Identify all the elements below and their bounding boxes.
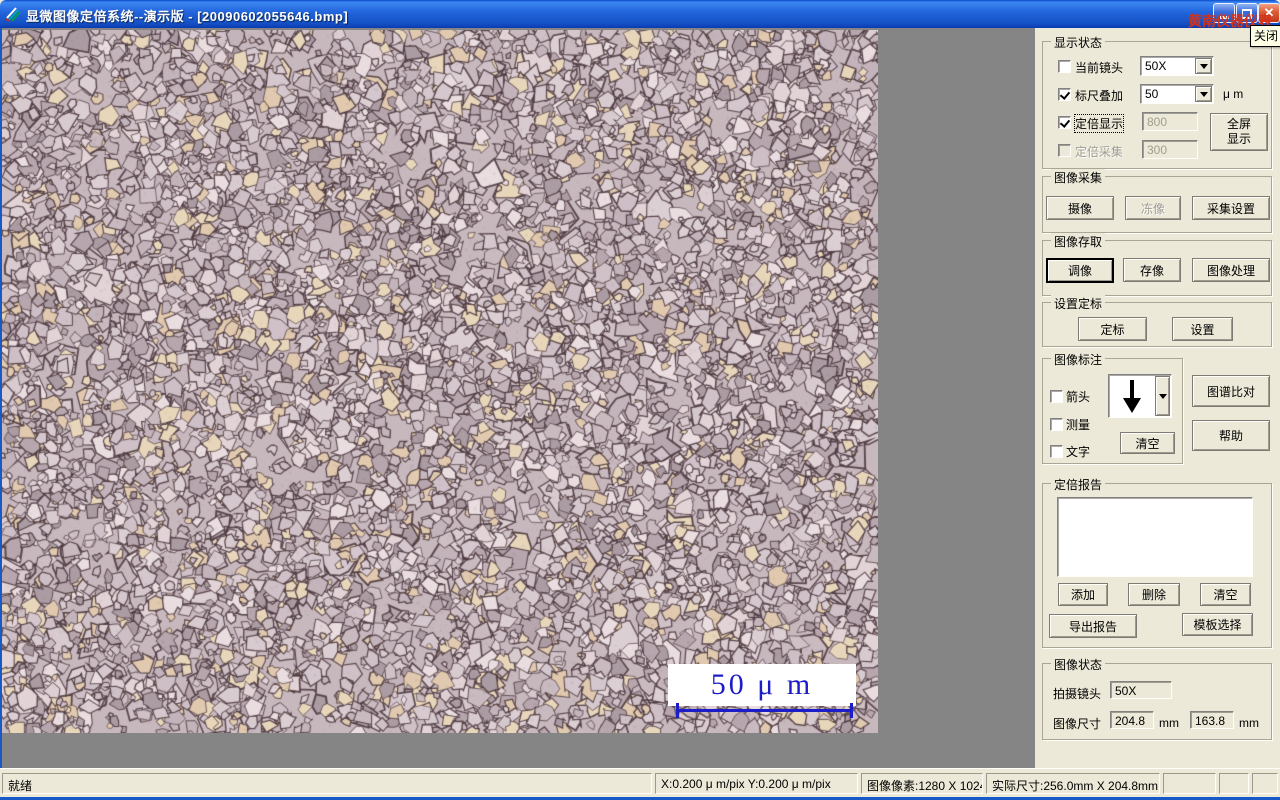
image-size-label: 图像尺寸 [1053,717,1102,731]
image-viewport: 50 μ m [0,28,1035,768]
help-button[interactable]: 帮助 [1192,420,1270,451]
image-width-field: 204.8 [1110,711,1154,729]
ruler-overlay-checkbox[interactable] [1058,88,1071,101]
shooting-lens-field: 50X [1110,681,1172,699]
fixed-capture-checkbox [1058,144,1071,157]
client-area: 50 μ m 显示状态 当前镜头 50X 标尺叠加 50 μ m 定倍显示 80… [0,28,1280,768]
ruler-dropdown-button[interactable] [1195,86,1212,102]
ruler-overlay-label: 标尺叠加 [1075,89,1124,103]
fullscreen-button[interactable]: 全屏 显示 [1210,113,1268,151]
save-image-button[interactable]: 存像 [1123,258,1181,282]
group-display-status-title: 显示状态 [1051,34,1106,51]
text-label: 文字 [1066,445,1091,459]
arrow-style-combobox[interactable] [1108,374,1172,418]
current-lens-checkbox[interactable] [1058,60,1071,73]
fixed-display-label: 定倍显示 [1073,114,1125,133]
height-unit-label: mm [1239,716,1259,730]
calibrate-button[interactable]: 定标 [1078,317,1147,341]
group-image-capture-title: 图像采集 [1051,169,1106,186]
text-checkbox[interactable] [1050,445,1063,458]
fixed-capture-label: 定倍采集 [1075,145,1124,159]
measure-label: 测量 [1066,418,1091,432]
status-empty-3 [1252,773,1278,794]
group-image-storage-title: 图像存取 [1051,233,1106,250]
calibration-settings-button[interactable]: 设置 [1172,317,1233,341]
chevron-down-icon [1199,63,1208,73]
status-image-pixels: 图像像素:1280 X 1024 [861,773,983,794]
report-delete-button[interactable]: 删除 [1128,583,1180,606]
window-frame-left [0,28,2,768]
chevron-down-icon [1158,393,1167,403]
group-image-status-title: 图像状态 [1051,656,1106,673]
fixed-capture-field: 300 [1142,140,1198,159]
chevron-down-icon [1199,91,1208,101]
group-calibration: 设置 定标 [1042,295,1272,347]
export-report-button[interactable]: 导出报告 [1049,614,1137,638]
scalebar-label-box: 50 μ m [668,664,856,706]
current-lens-dropdown-button[interactable] [1195,58,1212,74]
report-clear-button[interactable]: 清空 [1200,583,1251,606]
capture-settings-button[interactable]: 采集设置 [1192,196,1270,220]
report-add-button[interactable]: 添加 [1058,583,1108,606]
arrow-label: 箭头 [1066,390,1091,404]
title-bar[interactable]: 显微图像定倍系统--演示版 - [20090602055646.bmp] ✕ 黄… [0,0,1280,29]
scalebar-label: 50 μ m [710,668,814,701]
image-process-button[interactable]: 图像处理 [1192,258,1270,282]
current-lens-label: 当前镜头 [1075,61,1124,75]
arrow-style-dropdown-button[interactable] [1155,376,1170,416]
annotation-clear-button[interactable]: 清空 [1120,432,1175,454]
status-resolution: X:0.200 μ m/pix Y:0.200 μ m/pix [655,773,858,794]
width-unit-label: mm [1159,716,1179,730]
freeze-button: 冻像 [1125,196,1181,220]
group-report-title: 定倍报告 [1051,476,1106,493]
control-panel: 显示状态 当前镜头 50X 标尺叠加 50 μ m 定倍显示 800 定倍采集 … [1035,28,1280,768]
arrow-checkbox[interactable] [1050,390,1063,403]
status-empty-2 [1219,773,1249,794]
app-icon [5,5,22,22]
atlas-compare-button[interactable]: 图谱比对 [1192,375,1270,407]
status-bar: 就绪 X:0.200 μ m/pix Y:0.200 μ m/pix 图像像素:… [0,768,1280,797]
image-height-field: 163.8 [1190,711,1234,729]
template-select-button[interactable]: 模板选择 [1182,613,1253,636]
group-annotation-title: 图像标注 [1051,351,1106,368]
current-lens-combobox[interactable]: 50X [1140,56,1214,76]
window-title: 显微图像定倍系统--演示版 - [20090602055646.bmp] [26,9,349,24]
application-window: 显微图像定倍系统--演示版 - [20090602055646.bmp] ✕ 黄… [0,0,1280,800]
status-actual-size: 实际尺寸:256.0mm X 204.8mm [986,773,1160,794]
status-empty-1 [1163,773,1216,794]
micrograph-image[interactable] [2,30,878,733]
load-image-button[interactable]: 调像 [1046,258,1114,283]
measure-checkbox[interactable] [1050,418,1063,431]
fixed-display-checkbox[interactable] [1058,116,1071,129]
ruler-unit-label: μ m [1223,87,1244,101]
shooting-lens-label: 拍摄镜头 [1053,687,1102,701]
scalebar-line [676,703,853,718]
down-arrow-glyph [1123,380,1141,413]
fixed-display-field: 800 [1142,112,1198,131]
camera-button[interactable]: 摄像 [1046,196,1114,220]
status-ready: 就绪 [2,773,652,794]
group-calibration-title: 设置定标 [1051,295,1106,312]
report-listbox[interactable] [1057,497,1253,577]
ruler-value-combobox[interactable]: 50 [1140,84,1214,104]
close-tooltip: 关闭 [1250,25,1280,47]
